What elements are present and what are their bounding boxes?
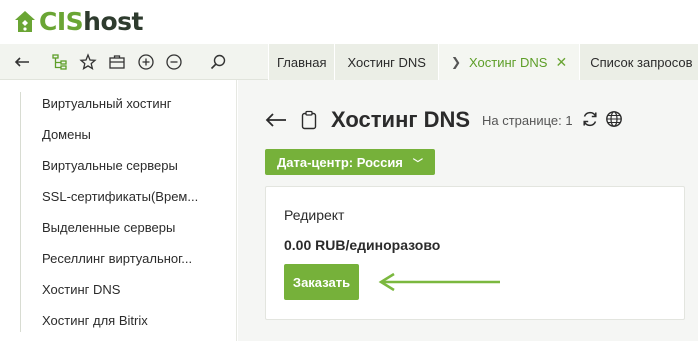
search-icon[interactable] (208, 52, 228, 72)
tab-label: Хостинг DNS (347, 54, 426, 70)
sidebar-item-virtual-servers[interactable]: Виртуальные серверы (42, 158, 178, 173)
tariff-card: Редирект 0.00 RUB/единоразово Заказать (265, 186, 685, 320)
sidebar-item-bitrix-hosting[interactable]: Хостинг для Bitrix (42, 313, 148, 328)
tab-bar: Главная Хостинг DNS ❯ Хостинг DNS ✕ Спис… (268, 44, 698, 80)
sidebar-item-dns-hosting[interactable]: Хостинг DNS (42, 282, 120, 297)
logo-text-cis: CIS (39, 7, 84, 36)
close-icon[interactable]: ✕ (555, 54, 567, 71)
page-title: Хостинг DNS (331, 107, 471, 132)
tab-label: Хостинг DNS (469, 54, 548, 70)
briefcase-icon[interactable] (107, 52, 127, 72)
annotation-arrow-icon (378, 272, 500, 292)
main-content: Хостинг DNS На странице: 1 Дата-центр: Р… (238, 80, 698, 341)
sidebar-item-dedicated-servers[interactable]: Выделенные серверы (42, 220, 175, 235)
logo-text: CIShost (39, 7, 143, 36)
logo-text-host: host (83, 7, 143, 36)
tab-dns-hosting[interactable]: Хостинг DNS (334, 44, 438, 80)
sidebar-item-domains[interactable]: Домены (42, 127, 91, 142)
tree-icon[interactable] (50, 52, 70, 72)
zoom-out-icon[interactable] (164, 52, 184, 72)
sidebar-item-reselling[interactable]: Реселлинг виртуальног... (42, 251, 192, 266)
chevron-right-icon: ❯ (450, 55, 461, 69)
tab-label: Главная (277, 54, 327, 70)
datacenter-select-button[interactable]: Дата-центр: Россия ﹀ (265, 149, 435, 175)
tariff-price: 0.00 RUB/единоразово (284, 237, 441, 253)
tariff-title: Редирект (284, 207, 345, 223)
logo-bar: CIShost (0, 0, 698, 44)
datacenter-label: Дата-центр: Россия (277, 154, 403, 170)
house-logo-icon (15, 10, 35, 32)
order-button[interactable]: Заказать (284, 264, 359, 300)
refresh-icon[interactable] (581, 110, 599, 128)
sidebar-item-ssl-certificates[interactable]: SSL-сертификаты(Врем... (42, 189, 198, 204)
sidebar-rail (20, 92, 21, 332)
sidebar-item-virtual-hosting[interactable]: Виртуальный хостинг (42, 96, 172, 111)
tab-dns-hosting-active[interactable]: ❯ Хостинг DNS ✕ (437, 44, 580, 80)
back-icon[interactable] (12, 52, 32, 72)
chevron-down-icon: ﹀ (412, 158, 423, 170)
cishost-logo[interactable]: CIShost (14, 7, 143, 36)
clipboard-icon (301, 110, 317, 130)
tab-home[interactable]: Главная (268, 44, 335, 80)
per-page-count: На странице: 1 (482, 113, 573, 128)
sidebar: Виртуальный хостинг Домены Виртуальные с… (0, 80, 237, 341)
back-arrow-icon[interactable] (264, 110, 288, 130)
tab-request-list[interactable]: Список запросов (579, 44, 698, 80)
tab-label: Список запросов (590, 54, 693, 70)
zoom-in-icon[interactable] (136, 52, 156, 72)
star-icon[interactable] (78, 52, 98, 72)
globe-icon[interactable] (605, 110, 623, 128)
